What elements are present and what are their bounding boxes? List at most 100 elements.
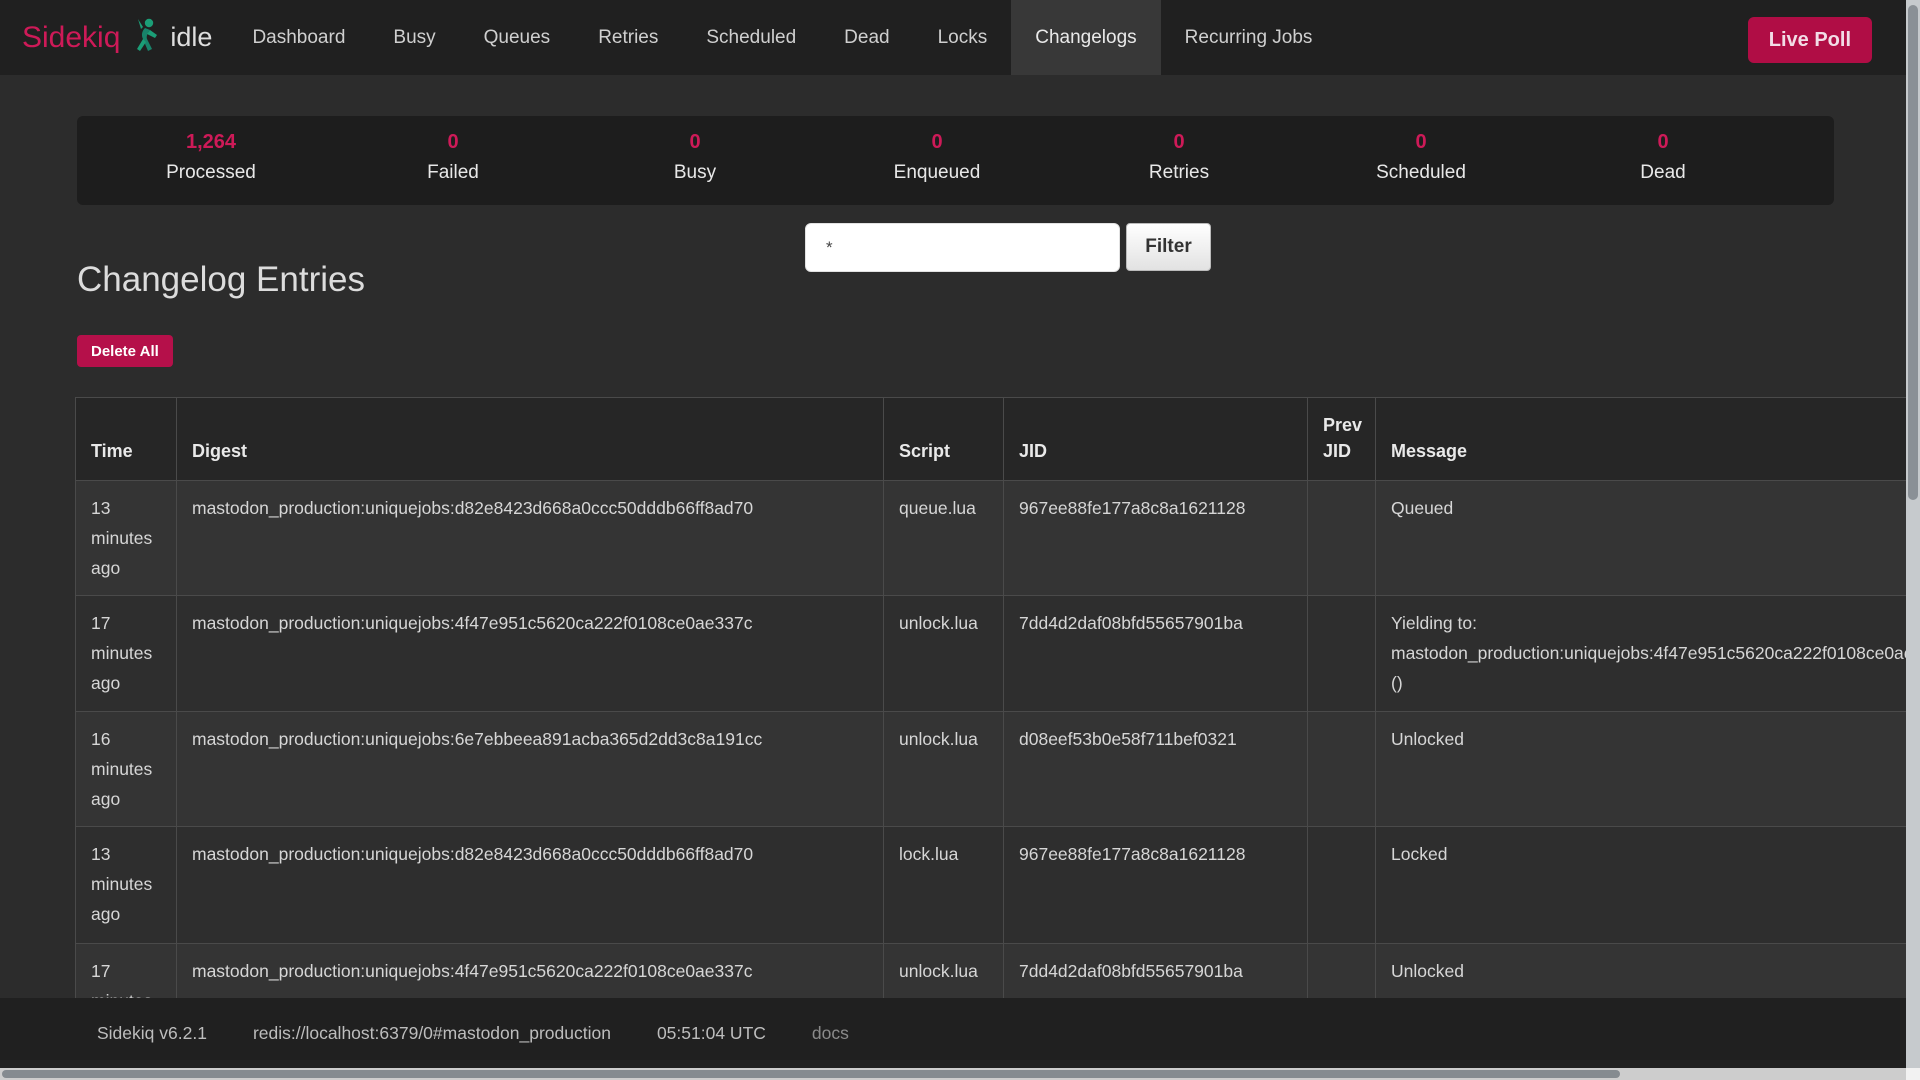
jid-cell-text: 7dd4d2daf08bfd55657901ba: [1019, 961, 1243, 981]
nav-tab-scheduled[interactable]: Scheduled: [682, 0, 820, 75]
delete-all-button[interactable]: Delete All: [77, 335, 173, 367]
jid-cell-text: 967ee88fe177a8c8a1621128: [1019, 844, 1245, 864]
table-header-row: TimeDigestScriptJIDPrev JIDMessage: [76, 398, 1920, 481]
message-line: Unlocked: [1391, 724, 1920, 754]
filter-button[interactable]: Filter: [1126, 223, 1211, 271]
live-poll-button[interactable]: Live Poll: [1748, 17, 1872, 63]
sidekiq-gymnast-icon: [132, 17, 160, 58]
sidekiq-changelogs-page: Sidekiq idle DashboardBusyQueuesRetriesS…: [0, 0, 1920, 1080]
page-title: Changelog Entries: [77, 258, 365, 302]
digest-cell: mastodon_production:uniquejobs:4f47e951c…: [177, 596, 884, 712]
stat-failed[interactable]: 0Failed: [332, 128, 574, 205]
top-navbar: Sidekiq idle DashboardBusyQueuesRetriesS…: [0, 0, 1920, 75]
stat-label: Busy: [574, 156, 816, 190]
time-cell: 17 minutes ago: [76, 596, 177, 712]
script-cell: unlock.lua: [884, 596, 1004, 712]
digest-cell: mastodon_production:uniquejobs:d82e8423d…: [177, 481, 884, 596]
digest-cell-text: mastodon_production:uniquejobs:d82e8423d…: [192, 844, 753, 864]
script-cell-text: unlock.lua: [899, 729, 978, 749]
process-status: idle: [170, 22, 212, 53]
stat-scheduled[interactable]: 0Scheduled: [1300, 128, 1542, 205]
message-line: Unlocked: [1391, 956, 1920, 986]
digest-cell-text: mastodon_production:uniquejobs:6e7ebbeea…: [192, 729, 762, 749]
stat-processed[interactable]: 1,264Processed: [90, 128, 332, 205]
stat-value: 0: [1058, 128, 1300, 156]
prev-jid-cell: [1308, 827, 1376, 944]
nav-tab-recurring-jobs[interactable]: Recurring Jobs: [1161, 0, 1337, 75]
stat-retries[interactable]: 0Retries: [1058, 128, 1300, 205]
script-cell: lock.lua: [884, 827, 1004, 944]
column-header-digest: Digest: [177, 398, 884, 481]
column-header-prev-jid: Prev JID: [1308, 398, 1376, 481]
nav-tabs: DashboardBusyQueuesRetriesScheduledDeadL…: [228, 0, 1336, 75]
stat-enqueued[interactable]: 0Enqueued: [816, 128, 1058, 205]
horizontal-scrollbar-track[interactable]: [0, 1068, 1906, 1080]
vertical-scrollbar-thumb[interactable]: [1908, 5, 1918, 500]
nav-tab-dashboard[interactable]: Dashboard: [228, 0, 369, 75]
table-body: 13 minutes ago mastodon_production:unique…: [76, 481, 1920, 1080]
filter-form: Filter: [805, 223, 1211, 272]
message-cell: Unlocked: [1376, 712, 1920, 827]
changelog-table: TimeDigestScriptJIDPrev JIDMessage 13 mi…: [75, 397, 1920, 1080]
vertical-scrollbar-track[interactable]: [1906, 0, 1920, 1068]
scrollbar-corner: [1906, 1068, 1920, 1080]
nav-tab-dead[interactable]: Dead: [820, 0, 913, 75]
digest-cell: mastodon_production:uniquejobs:d82e8423d…: [177, 827, 884, 944]
stat-label: Processed: [90, 156, 332, 190]
script-cell-text: unlock.lua: [899, 961, 978, 981]
sidekiq-brand[interactable]: Sidekiq: [22, 21, 120, 55]
prev-jid-cell: [1308, 481, 1376, 596]
stat-label: Enqueued: [816, 156, 1058, 190]
jid-cell: d08eef53b0e58f711bef0321: [1004, 712, 1308, 827]
jid-cell: 967ee88fe177a8c8a1621128: [1004, 827, 1308, 944]
stat-value: 0: [574, 128, 816, 156]
column-header-script: Script: [884, 398, 1004, 481]
jid-cell-text: d08eef53b0e58f711bef0321: [1019, 729, 1237, 749]
digest-cell: mastodon_production:uniquejobs:6e7ebbeea…: [177, 712, 884, 827]
changelog-row: 16 minutes ago mastodon_production:unique…: [76, 712, 1920, 827]
message-cell: Locked: [1376, 827, 1920, 944]
stats-summary-bar: 1,264Processed0Failed0Busy0Enqueued0Retr…: [77, 116, 1834, 205]
message-cell: Queued: [1376, 481, 1920, 596]
changelog-row: 17 minutes ago mastodon_production:unique…: [76, 596, 1920, 712]
digest-cell-text: mastodon_production:uniquejobs:4f47e951c…: [192, 613, 752, 633]
time-cell: 13 minutes ago: [76, 827, 177, 944]
jid-cell: 967ee88fe177a8c8a1621128: [1004, 481, 1308, 596]
nav-tab-busy[interactable]: Busy: [369, 0, 459, 75]
stat-busy[interactable]: 0Busy: [574, 128, 816, 205]
time-cell: 16 minutes ago: [76, 712, 177, 827]
stat-value: 0: [816, 128, 1058, 156]
time-cell: 13 minutes ago: [76, 481, 177, 596]
docs-link[interactable]: docs: [812, 1023, 849, 1044]
stat-value: 0: [1300, 128, 1542, 156]
script-cell: queue.lua: [884, 481, 1004, 596]
prev-jid-cell: [1308, 596, 1376, 712]
script-cell-text: unlock.lua: [899, 613, 978, 633]
script-cell-text: lock.lua: [899, 844, 958, 864]
stat-value: 0: [1542, 128, 1784, 156]
jid-cell: 7dd4d2daf08bfd55657901ba: [1004, 596, 1308, 712]
nav-tab-retries[interactable]: Retries: [574, 0, 682, 75]
stat-value: 0: [332, 128, 574, 156]
filter-input[interactable]: [805, 223, 1120, 272]
jid-cell-text: 967ee88fe177a8c8a1621128: [1019, 498, 1245, 518]
column-header-message: Message: [1376, 398, 1920, 481]
digest-cell-text: mastodon_production:uniquejobs:4f47e951c…: [192, 961, 752, 981]
stat-label: Failed: [332, 156, 574, 190]
nav-tab-changelogs[interactable]: Changelogs: [1011, 0, 1160, 75]
changelog-row: 13 minutes ago mastodon_production:unique…: [76, 481, 1920, 596]
redis-url: redis://localhost:6379/0#mastodon_produc…: [253, 1023, 611, 1044]
digest-cell-text: mastodon_production:uniquejobs:d82e8423d…: [192, 498, 753, 518]
stat-value: 1,264: [90, 128, 332, 156]
jid-cell-text: 7dd4d2daf08bfd55657901ba: [1019, 613, 1243, 633]
horizontal-scrollbar-thumb[interactable]: [2, 1070, 1620, 1078]
message-cell: Yielding to:mastodon_production:uniquejo…: [1376, 596, 1920, 712]
nav-tab-queues[interactable]: Queues: [460, 0, 575, 75]
column-header-time: Time: [76, 398, 177, 481]
stat-dead[interactable]: 0Dead: [1542, 128, 1784, 205]
script-cell-text: queue.lua: [899, 498, 976, 518]
changelog-row: 13 minutes ago mastodon_production:unique…: [76, 827, 1920, 944]
column-header-jid: JID: [1004, 398, 1308, 481]
message-line: Locked: [1391, 839, 1920, 869]
nav-tab-locks[interactable]: Locks: [914, 0, 1012, 75]
